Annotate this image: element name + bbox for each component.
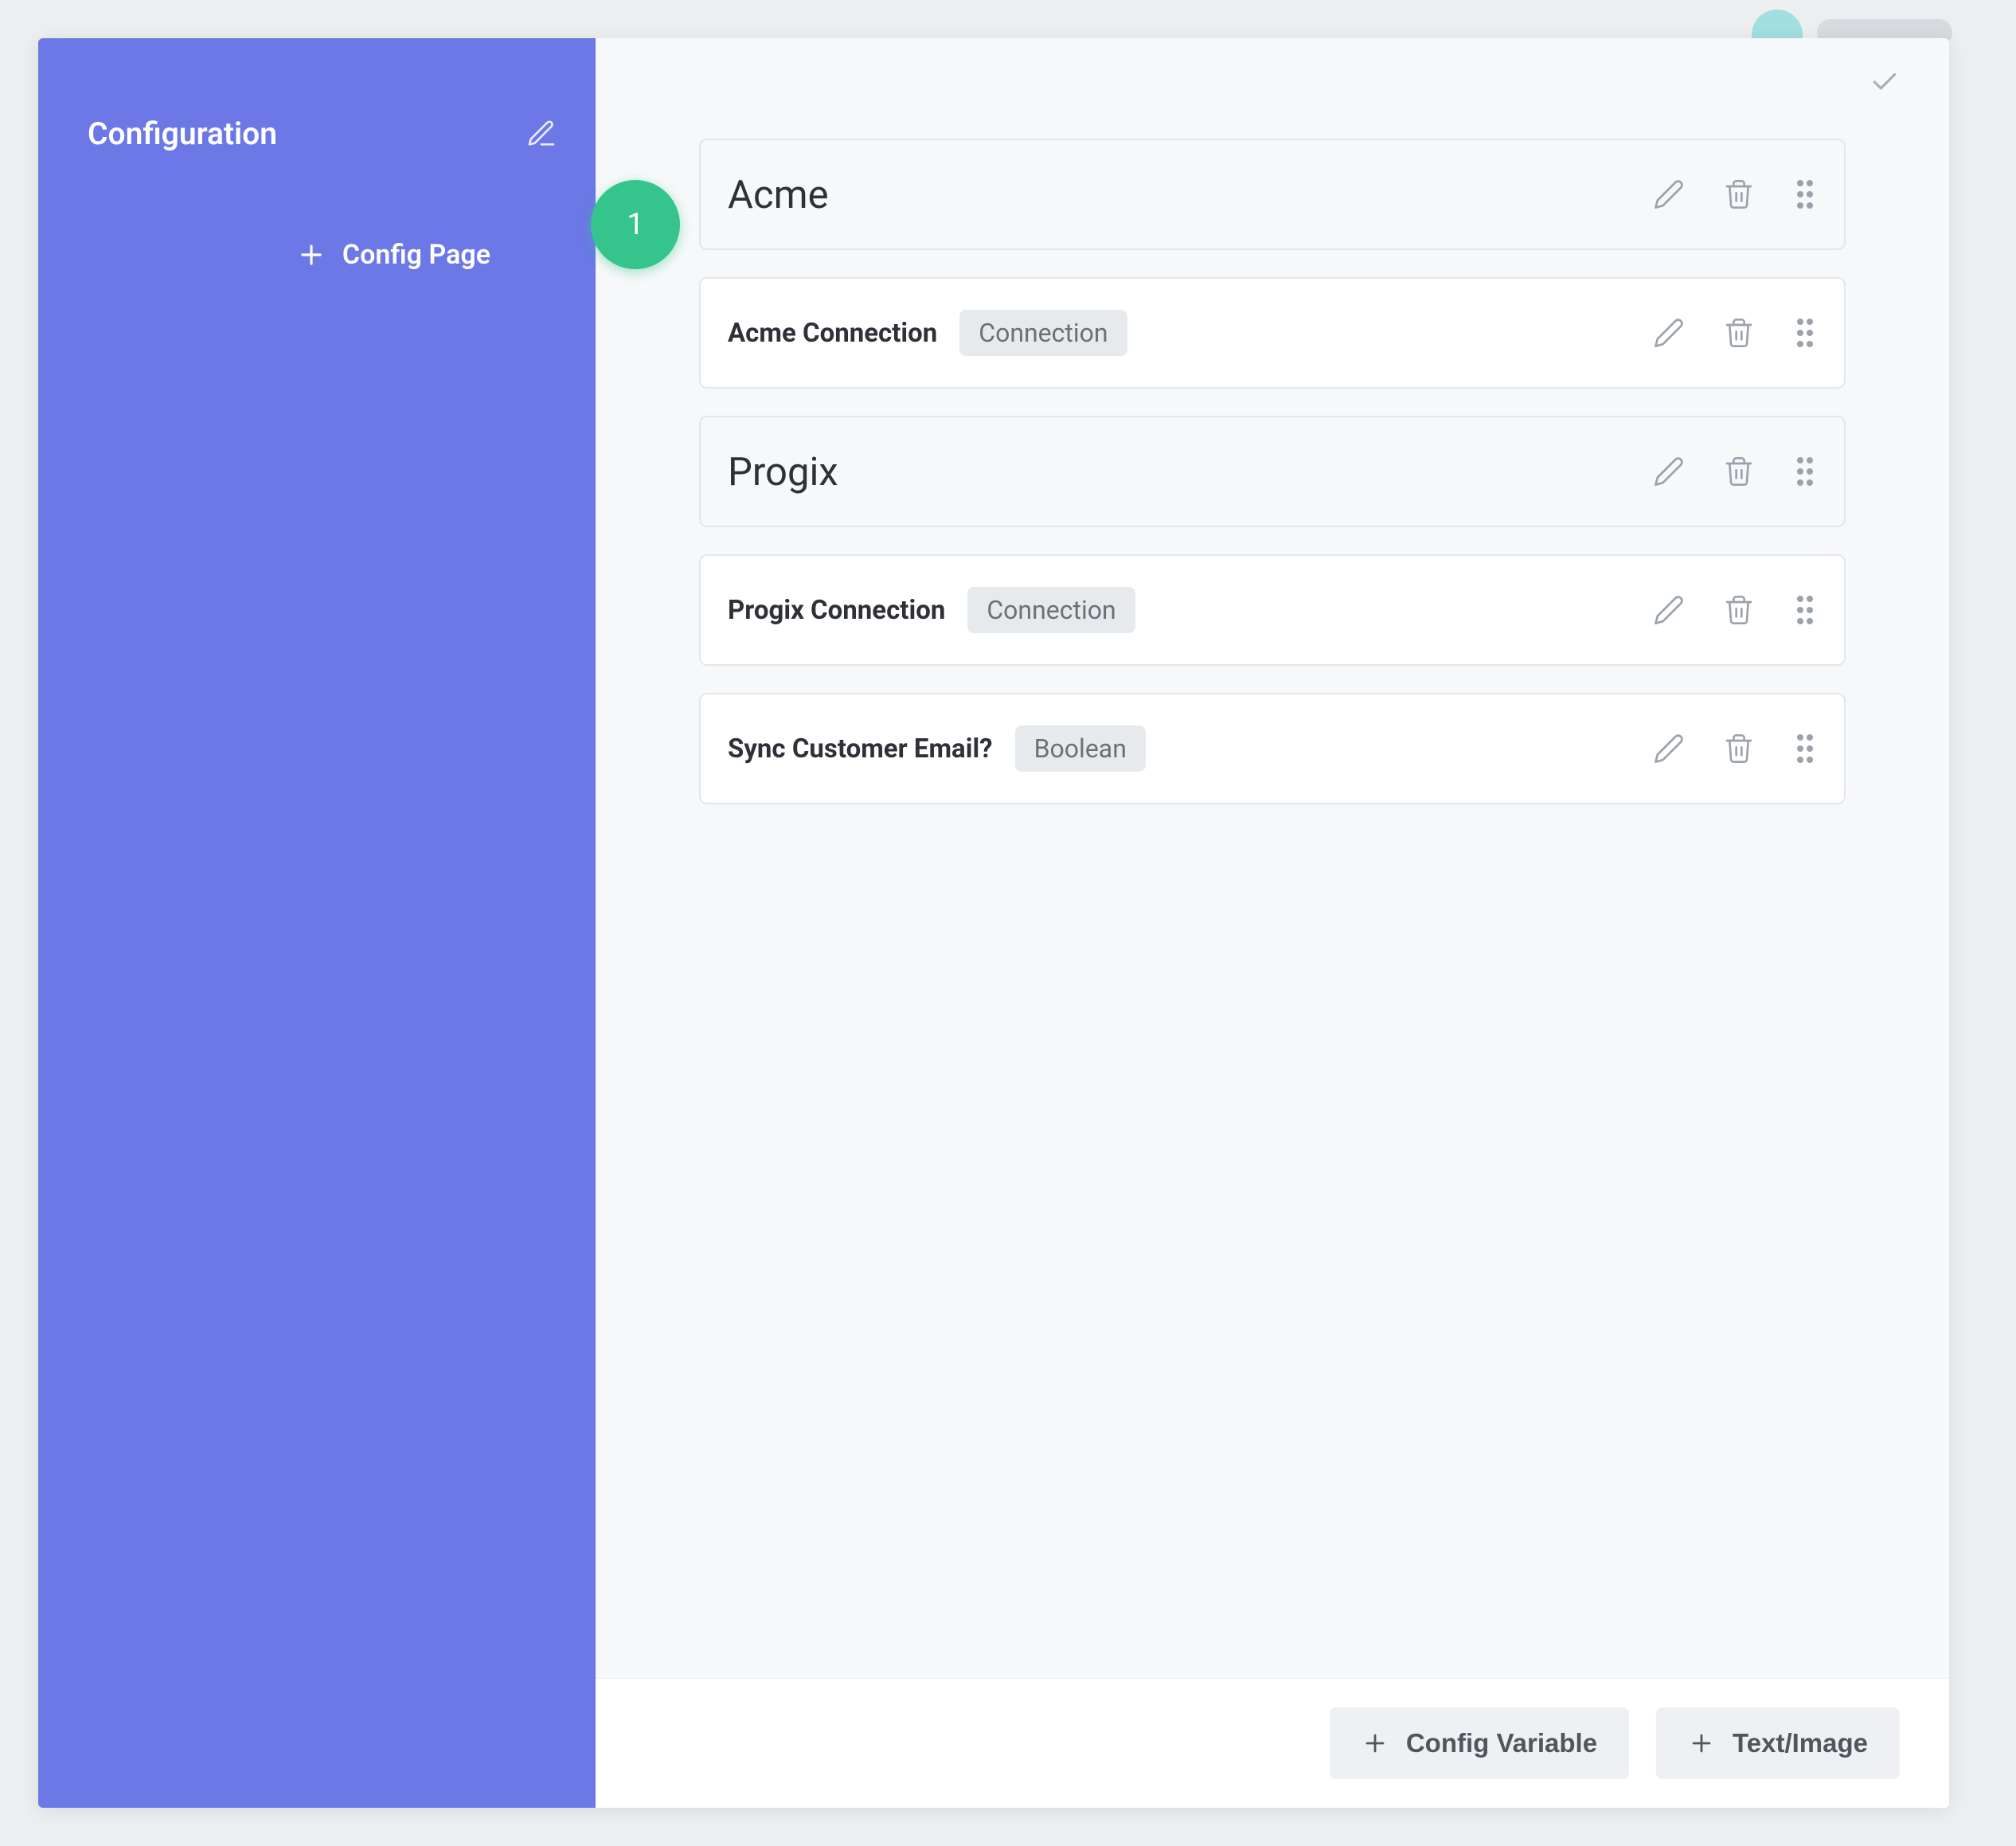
trash-icon[interactable] [1723,178,1755,210]
main: Acme [596,38,1949,1808]
card-actions [1653,178,1817,210]
drag-handle-icon[interactable] [1793,317,1817,349]
type-chip: Boolean [1015,725,1146,772]
plus-icon [1362,1730,1389,1757]
card-actions [1653,456,1817,487]
add-text-image-button[interactable]: Text/Image [1656,1707,1900,1779]
card-actions [1653,733,1817,765]
card-actions [1653,594,1817,626]
type-chip: Connection [959,310,1127,356]
pencil-icon[interactable] [1653,178,1685,210]
trash-icon[interactable] [1723,733,1755,765]
sidebar-title: Configuration [88,115,277,152]
drag-handle-icon[interactable] [1793,178,1817,210]
plus-icon [296,240,326,270]
card-actions [1653,317,1817,349]
step-badge[interactable]: 1 [591,180,680,269]
pencil-icon[interactable] [1653,317,1685,349]
drag-handle-icon[interactable] [1793,456,1817,487]
section-title: Acme [728,172,829,217]
item-card-sync-customer-email: Sync Customer Email? Boolean [699,693,1846,804]
sidebar: Configuration Config Page [38,38,596,1808]
trash-icon[interactable] [1723,317,1755,349]
item-title: Sync Customer Email? [728,733,993,765]
add-config-variable-label: Config Variable [1406,1728,1597,1758]
pencil-icon[interactable] [1653,456,1685,487]
pencil-icon[interactable] [1653,594,1685,626]
add-config-page-label: Config Page [342,239,490,271]
drag-handle-icon[interactable] [1793,733,1817,765]
item-card-progix-connection: Progix Connection Connection [699,554,1846,666]
section-card-acme: Acme [699,139,1846,250]
section-title: Progix [728,449,838,495]
content-list: Acme [596,38,1949,1678]
section-card-progix: Progix [699,416,1846,527]
add-config-page-button[interactable]: Config Page [88,239,557,271]
add-config-variable-button[interactable]: Config Variable [1330,1707,1629,1779]
pencil-underline-icon[interactable] [525,118,557,150]
item-title: Acme Connection [728,318,937,349]
item-title: Progix Connection [728,595,945,626]
drag-handle-icon[interactable] [1793,594,1817,626]
type-chip: Connection [967,587,1135,633]
footer: Config Variable Text/Image [596,1678,1949,1808]
app-window: Configuration Config Page 1 [38,38,1949,1808]
step-number: 1 [627,207,643,242]
item-card-acme-connection: Acme Connection Connection [699,277,1846,389]
checkmark-icon[interactable] [1869,67,1900,97]
trash-icon[interactable] [1723,594,1755,626]
pencil-icon[interactable] [1653,733,1685,765]
add-text-image-label: Text/Image [1733,1728,1868,1758]
sidebar-header: Configuration [88,86,557,182]
trash-icon[interactable] [1723,456,1755,487]
plus-icon [1688,1730,1715,1757]
